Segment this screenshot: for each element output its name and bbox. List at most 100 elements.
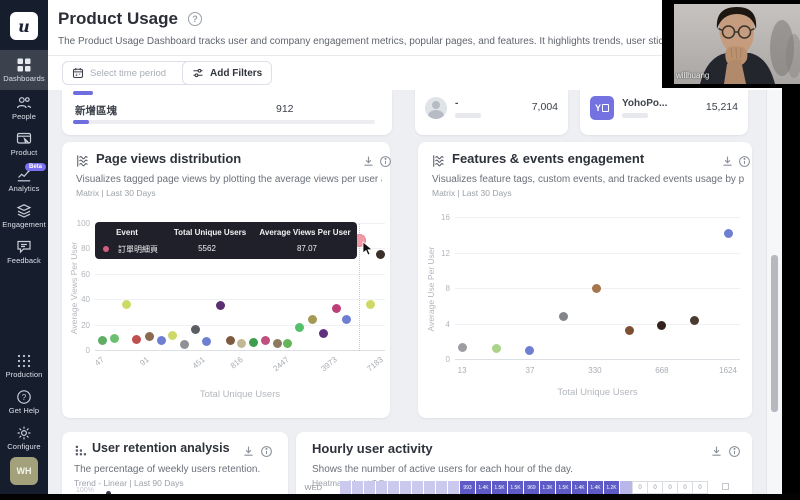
data-point[interactable] (202, 337, 211, 346)
info-icon[interactable] (738, 155, 751, 168)
heatmap-cell[interactable]: 1.2K (604, 481, 620, 494)
data-point[interactable] (249, 338, 258, 347)
data-point[interactable] (145, 332, 154, 341)
retention-axis-label: 100% (76, 487, 94, 494)
data-point[interactable] (261, 336, 270, 345)
heatmap-cell[interactable]: 0 (677, 481, 693, 494)
heatmap-cell[interactable] (400, 481, 412, 494)
x-tick-label: 668 (655, 366, 668, 375)
help-icon[interactable]: ? (188, 12, 202, 26)
data-point[interactable] (216, 301, 225, 310)
heatmap-cell[interactable]: 1.5K (508, 481, 524, 494)
sidebar-item-analytics[interactable]: AnalyticsBeta (0, 162, 48, 198)
page-views-card: Page views distribution Visualizes tagge… (62, 142, 390, 418)
heatmap-cell[interactable] (436, 481, 448, 494)
gridline (95, 325, 385, 326)
data-point[interactable] (559, 312, 568, 321)
data-point[interactable] (191, 325, 200, 334)
heatmap-cell[interactable]: 0 (662, 481, 678, 494)
hourly-activity-card: Hourly user activity Shows the number of… (296, 432, 752, 494)
heatmap-cell[interactable] (340, 481, 352, 494)
data-point[interactable] (342, 315, 351, 324)
data-point[interactable] (308, 315, 317, 324)
heatmap-cell[interactable]: 0 (647, 481, 663, 494)
download-icon[interactable] (242, 445, 255, 458)
heatmap-cell[interactable]: 1.5K (492, 481, 508, 494)
sidebar-item-product[interactable]: Product (0, 126, 48, 162)
data-point[interactable] (226, 336, 235, 345)
heatmap-cell[interactable] (412, 481, 424, 494)
user-avatar[interactable]: WH (10, 457, 38, 485)
page-row-label: 新增區塊 (75, 103, 117, 118)
heatmap-cell[interactable] (388, 481, 400, 494)
scrollbar[interactable] (766, 90, 782, 494)
scrollbar-thumb[interactable] (771, 255, 778, 412)
download-icon[interactable] (362, 155, 375, 168)
x-tick-label: 1624 (719, 366, 737, 375)
heatmap-cell[interactable]: 1.5K (556, 481, 572, 494)
tooltip-header: Average Views Per User (257, 228, 353, 237)
data-point[interactable] (366, 300, 375, 309)
data-point[interactable] (180, 340, 189, 349)
data-point[interactable] (319, 329, 328, 338)
data-point[interactable] (724, 229, 733, 238)
info-icon[interactable] (379, 155, 392, 168)
data-point[interactable] (492, 344, 501, 353)
heatmap-cell[interactable]: 1.3K (540, 481, 556, 494)
heatmap-cell[interactable]: 993 (460, 481, 476, 494)
heatmap-cell[interactable] (364, 481, 376, 494)
data-point[interactable] (132, 335, 141, 344)
data-point[interactable] (657, 321, 666, 330)
sidebar-item-people[interactable]: People (0, 90, 48, 126)
data-point[interactable] (525, 346, 534, 355)
data-point[interactable] (157, 336, 166, 345)
mouse-cursor-icon (362, 241, 373, 256)
heatmap-cell[interactable] (424, 481, 436, 494)
data-point[interactable] (273, 339, 282, 348)
download-icon[interactable] (710, 445, 723, 458)
heatmap-legend-square (722, 483, 729, 490)
sidebar-item-gethelp[interactable]: ?Get Help (0, 384, 48, 420)
matrix-chart-icon (76, 154, 90, 168)
download-icon[interactable] (721, 155, 734, 168)
heatmap-cell[interactable]: 1.4K (476, 481, 492, 494)
userpilot-logo[interactable]: u (10, 12, 38, 40)
heatmap-cell[interactable] (376, 481, 388, 494)
info-icon[interactable] (728, 445, 741, 458)
sidebar-item-production[interactable]: Production (0, 348, 48, 384)
sidebar-item-engagement[interactable]: Engagement (0, 198, 48, 234)
heatmap-cell[interactable]: 969 (524, 481, 540, 494)
data-point[interactable] (283, 339, 292, 348)
data-point[interactable] (625, 326, 634, 335)
data-point[interactable] (592, 284, 601, 293)
card-title: Hourly user activity (312, 441, 433, 456)
data-point[interactable] (98, 336, 107, 345)
data-point[interactable] (376, 250, 385, 259)
data-point[interactable] (295, 323, 304, 332)
add-filters-button[interactable]: Add Filters (182, 61, 272, 85)
dashboards-icon (16, 57, 32, 73)
avatar-placeholder-icon (425, 97, 447, 119)
data-point[interactable] (332, 304, 341, 313)
heatmap-cell[interactable]: 0 (632, 481, 648, 494)
sidebar-item-configure[interactable]: Configure (0, 420, 48, 456)
data-point[interactable] (168, 331, 177, 340)
scatter-plot: 048121613373306681624 (455, 218, 740, 360)
sidebar-item-feedback[interactable]: Feedback (0, 234, 48, 270)
heatmap-cell[interactable] (352, 481, 364, 494)
sidebar-item-label: Production (6, 370, 43, 379)
heatmap-cell[interactable]: 1.4K (572, 481, 588, 494)
sidebar-item-dashboards[interactable]: Dashboards (0, 50, 48, 90)
info-icon[interactable] (260, 445, 273, 458)
heatmap-cell[interactable] (448, 481, 460, 494)
data-point[interactable] (237, 339, 246, 348)
heatmap-cell[interactable]: 0 (692, 481, 708, 494)
data-point[interactable] (458, 343, 467, 352)
data-point[interactable] (110, 334, 119, 343)
y-tick-label: 80 (66, 245, 90, 253)
beta-badge: Beta (25, 163, 46, 171)
time-period-select[interactable]: Select time period (62, 61, 198, 85)
heatmap-cell[interactable]: 1.4K (588, 481, 604, 494)
top-pages-card: 新增區塊 912 (62, 90, 392, 135)
data-point[interactable] (122, 300, 131, 309)
